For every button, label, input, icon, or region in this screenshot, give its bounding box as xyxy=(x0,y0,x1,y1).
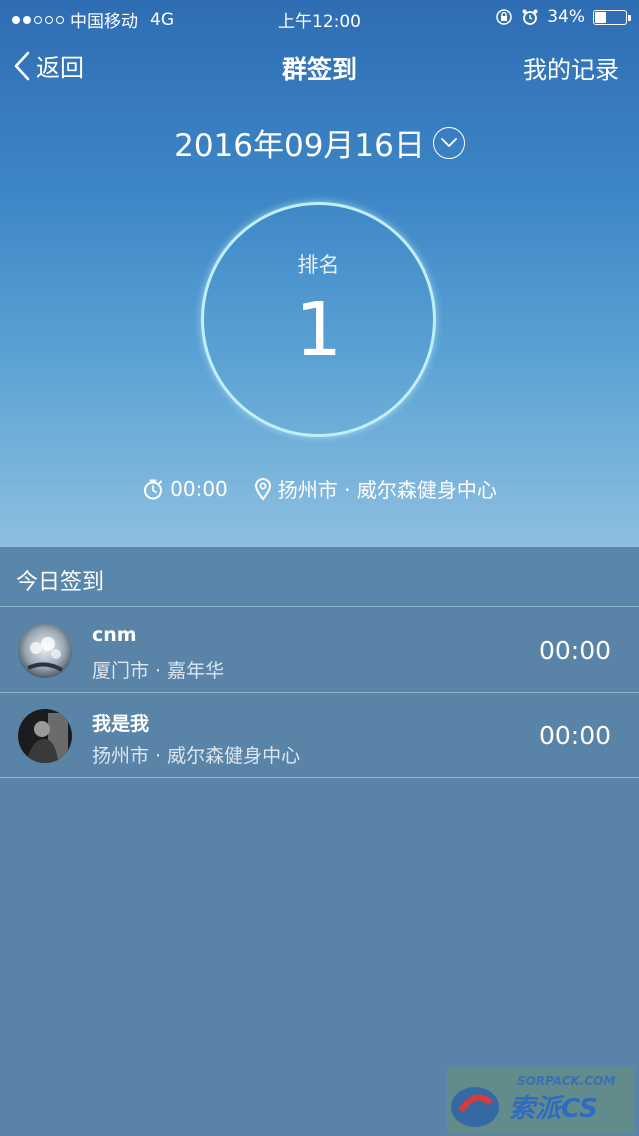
location-pin-icon xyxy=(254,477,271,501)
back-button[interactable]: 返回 xyxy=(12,48,84,83)
rank-value: 1 xyxy=(294,287,343,373)
battery-percent: 34% xyxy=(547,7,585,27)
my-records-button[interactable]: 我的记录 xyxy=(523,50,619,85)
checkin-meta: 00:00 扬州市 · 威尔森健身中心 xyxy=(0,474,639,503)
nav-bar: 返回 群签到 我的记录 xyxy=(0,40,639,92)
avatar[interactable] xyxy=(18,624,72,678)
member-name: cnm xyxy=(92,624,137,646)
date-selector[interactable]: 2016年09月16日 xyxy=(0,120,639,165)
date-label: 2016年09月16日 xyxy=(174,128,425,164)
checkin-location: 扬州市 · 威尔森健身中心 xyxy=(277,478,497,502)
stopwatch-icon xyxy=(144,479,163,499)
avatar[interactable] xyxy=(18,709,72,763)
member-time: 00:00 xyxy=(538,721,611,750)
today-checkin-header: 今日签到 xyxy=(0,547,639,607)
back-label: 返回 xyxy=(36,54,84,82)
rank-label: 排名 xyxy=(297,253,340,277)
status-right: 34% xyxy=(495,7,631,27)
svg-text:索派CS: 索派CS xyxy=(509,1094,598,1124)
member-name: 我是我 xyxy=(92,713,150,735)
battery-icon xyxy=(593,9,631,25)
chevron-down-icon[interactable] xyxy=(432,126,465,159)
watermark-logo: SORPACK.COM 索派CS xyxy=(447,1067,634,1133)
checkin-time: 00:00 xyxy=(170,476,228,501)
list-item[interactable]: 我是我 扬州市 · 威尔森健身中心 00:00 xyxy=(0,693,639,778)
rank-circle: 排名 1 xyxy=(201,202,436,437)
alarm-icon xyxy=(522,9,538,25)
rotation-lock-icon xyxy=(496,9,512,25)
status-bar: 中国移动 4G 上午12:00 34% xyxy=(0,0,639,34)
chevron-left-icon xyxy=(14,51,30,80)
svg-text:SORPACK.COM: SORPACK.COM xyxy=(517,1074,615,1088)
member-location: 厦门市 · 嘉年华 xyxy=(92,660,225,682)
member-time: 00:00 xyxy=(538,636,611,665)
checkin-list: cnm 厦门市 · 嘉年华 00:00 我是我 扬州市 · 威尔森健身中心 00… xyxy=(0,608,639,778)
list-item[interactable]: cnm 厦门市 · 嘉年华 00:00 xyxy=(0,608,639,693)
member-location: 扬州市 · 威尔森健身中心 xyxy=(92,745,301,767)
today-checkin-title: 今日签到 xyxy=(16,570,105,595)
